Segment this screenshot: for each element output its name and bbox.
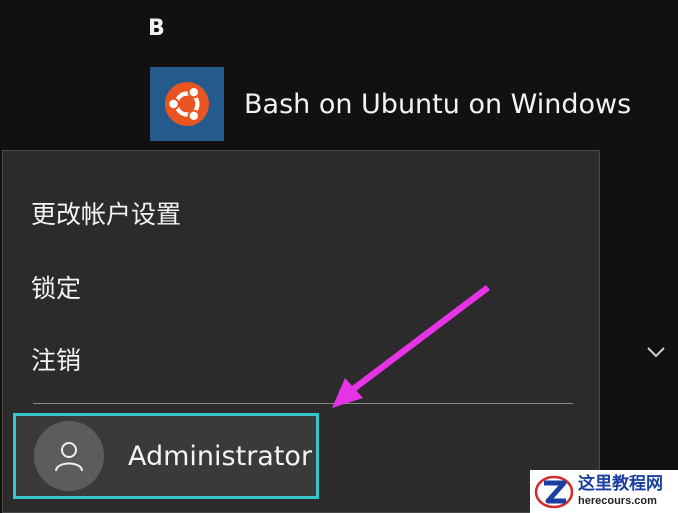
person-icon: [55, 442, 83, 472]
user-name-label: Administrator: [128, 440, 313, 472]
menu-item-lock[interactable]: 锁定: [31, 269, 81, 305]
menu-divider: [33, 403, 573, 404]
start-menu-screen: B Bash on Ubuntu on Windows 更改帐户设置 锁定 注销: [0, 0, 678, 513]
menu-item-change-account-settings[interactable]: 更改帐户设置: [31, 195, 181, 231]
account-flyout-menu: 更改帐户设置 锁定 注销 Administrator: [2, 150, 600, 513]
menu-item-sign-out[interactable]: 注销: [31, 341, 81, 377]
app-label: Bash on Ubuntu on Windows: [244, 88, 632, 120]
user-account-button[interactable]: Administrator: [13, 413, 319, 499]
avatar: [34, 421, 104, 491]
site-watermark: 这里教程网 herecours.com: [530, 470, 678, 513]
section-letter-header[interactable]: B: [148, 16, 165, 41]
watermark-title: 这里教程网: [578, 474, 663, 494]
ubuntu-logo-icon: [165, 82, 209, 126]
app-tile: [150, 67, 224, 141]
chevron-down-icon[interactable]: [644, 340, 668, 364]
watermark-logo-icon: [534, 475, 574, 508]
app-item-bash-on-ubuntu[interactable]: Bash on Ubuntu on Windows: [150, 66, 670, 142]
watermark-url: herecours.com: [578, 495, 657, 507]
